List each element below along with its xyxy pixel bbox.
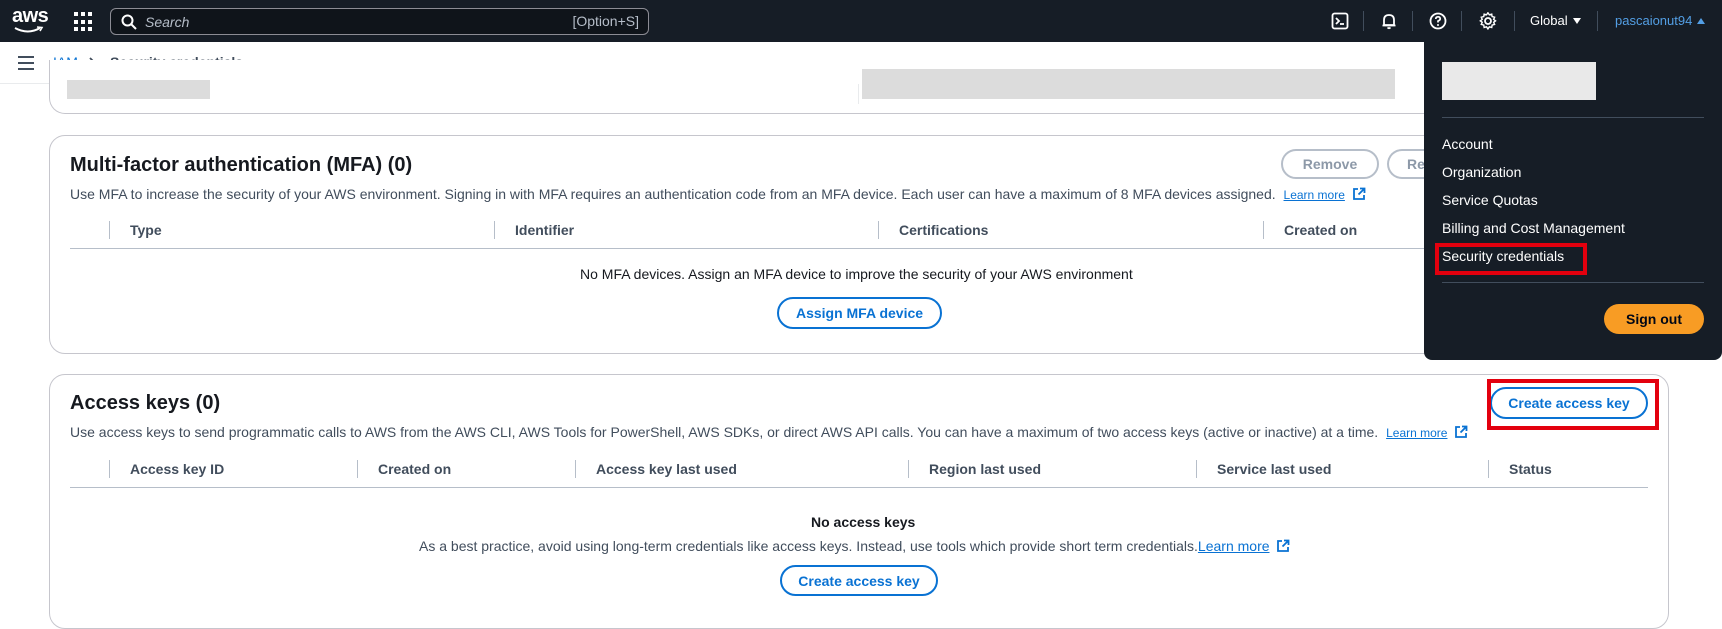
mfa-title: Multi-factor authentication (MFA) (0) <box>70 154 413 176</box>
column-separator <box>908 460 909 478</box>
redacted-field <box>862 69 1395 99</box>
search-shortcut: [Option+S] <box>572 13 639 29</box>
create-access-key-empty-button[interactable]: Create access key <box>780 565 938 596</box>
nav-separator <box>1514 11 1515 31</box>
redacted-field <box>67 80 210 99</box>
bell-icon[interactable] <box>1378 10 1400 32</box>
caret-up-icon <box>1697 17 1706 24</box>
col-created-on[interactable]: Created on <box>378 461 451 477</box>
external-link-icon <box>1455 425 1468 438</box>
cloudshell-icon[interactable] <box>1329 10 1351 32</box>
col-service-last-used[interactable]: Service last used <box>1217 461 1331 477</box>
mfa-empty-message: No MFA devices. Assign an MFA device to … <box>580 266 1133 282</box>
highlight-box <box>1435 243 1587 275</box>
menu-item-service-quotas[interactable]: Service Quotas <box>1442 192 1538 208</box>
search-icon <box>121 14 137 30</box>
access-keys-title: Access keys (0) <box>70 392 221 414</box>
external-link-icon <box>1352 187 1366 200</box>
column-separator <box>1488 460 1489 478</box>
access-keys-description-text: Use access keys to send programmatic cal… <box>70 424 1379 440</box>
mfa-learn-more-link[interactable]: Learn more <box>1284 188 1345 202</box>
top-navigation: aws [Option+S] <box>0 0 1722 42</box>
mfa-col-type[interactable]: Type <box>130 222 162 238</box>
search-bar[interactable]: [Option+S] <box>110 8 649 35</box>
mfa-description-text: Use MFA to increase the security of your… <box>70 186 1276 202</box>
nav-separator <box>1363 11 1364 31</box>
column-separator <box>575 460 576 478</box>
caret-down-icon <box>1572 17 1581 24</box>
apps-grid-icon[interactable] <box>74 12 94 32</box>
nav-separator <box>1412 11 1413 31</box>
menu-icon[interactable] <box>18 56 34 70</box>
redacted-account-id <box>1442 62 1596 100</box>
column-separator <box>1196 460 1197 478</box>
column-separator <box>878 221 879 239</box>
column-separator <box>1263 221 1264 239</box>
menu-item-account[interactable]: Account <box>1442 136 1493 152</box>
table-header-divider <box>70 487 1648 488</box>
aws-logo-text: aws <box>12 5 49 27</box>
account-dropdown-menu: Account Organization Service Quotas Bill… <box>1424 42 1722 360</box>
aws-logo[interactable]: aws <box>12 5 49 36</box>
access-keys-container: Access keys (0) Create access key Use ac… <box>49 374 1669 629</box>
username-label: pascaionut94 <box>1615 13 1693 28</box>
sign-out-button[interactable]: Sign out <box>1604 304 1704 334</box>
access-keys-description: Use access keys to send programmatic cal… <box>70 424 1468 440</box>
access-keys-empty-learn-more-link[interactable]: Learn more <box>1198 538 1270 554</box>
access-keys-empty-message: As a best practice, avoid using long-ter… <box>419 538 1290 554</box>
column-separator <box>109 221 110 239</box>
table-header-divider <box>70 248 1430 249</box>
access-keys-empty-text: As a best practice, avoid using long-ter… <box>419 538 1198 554</box>
highlight-box <box>1487 379 1659 430</box>
assign-mfa-device-button[interactable]: Assign MFA device <box>777 297 942 329</box>
col-region-last-used[interactable]: Region last used <box>929 461 1041 477</box>
remove-mfa-button[interactable]: Remove <box>1281 149 1379 179</box>
help-icon[interactable] <box>1427 10 1449 32</box>
column-separator <box>357 460 358 478</box>
gear-icon[interactable] <box>1477 10 1499 32</box>
menu-divider <box>1442 282 1704 283</box>
col-access-key-id[interactable]: Access key ID <box>130 461 224 477</box>
col-status[interactable]: Status <box>1509 461 1552 477</box>
mfa-description: Use MFA to increase the security of your… <box>70 186 1366 202</box>
column-separator <box>494 221 495 239</box>
mfa-col-created-on[interactable]: Created on <box>1284 222 1357 238</box>
aws-smile-icon <box>14 26 44 33</box>
column-separator <box>109 460 110 478</box>
menu-item-organization[interactable]: Organization <box>1442 164 1521 180</box>
search-input[interactable] <box>145 12 525 31</box>
column-divider <box>858 84 859 104</box>
region-selector[interactable]: Global <box>1530 13 1581 28</box>
menu-item-billing[interactable]: Billing and Cost Management <box>1442 220 1625 236</box>
access-keys-learn-more-link[interactable]: Learn more <box>1386 426 1447 440</box>
access-keys-empty-title: No access keys <box>811 514 916 530</box>
nav-separator <box>1461 11 1462 31</box>
nav-separator <box>1597 11 1598 31</box>
mfa-col-certifications[interactable]: Certifications <box>899 222 988 238</box>
col-access-key-last-used[interactable]: Access key last used <box>596 461 737 477</box>
region-label: Global <box>1530 13 1568 28</box>
account-menu-toggle[interactable]: pascaionut94 <box>1615 13 1706 28</box>
menu-divider <box>1442 117 1704 118</box>
mfa-col-identifier[interactable]: Identifier <box>515 222 574 238</box>
external-link-icon <box>1277 539 1290 552</box>
